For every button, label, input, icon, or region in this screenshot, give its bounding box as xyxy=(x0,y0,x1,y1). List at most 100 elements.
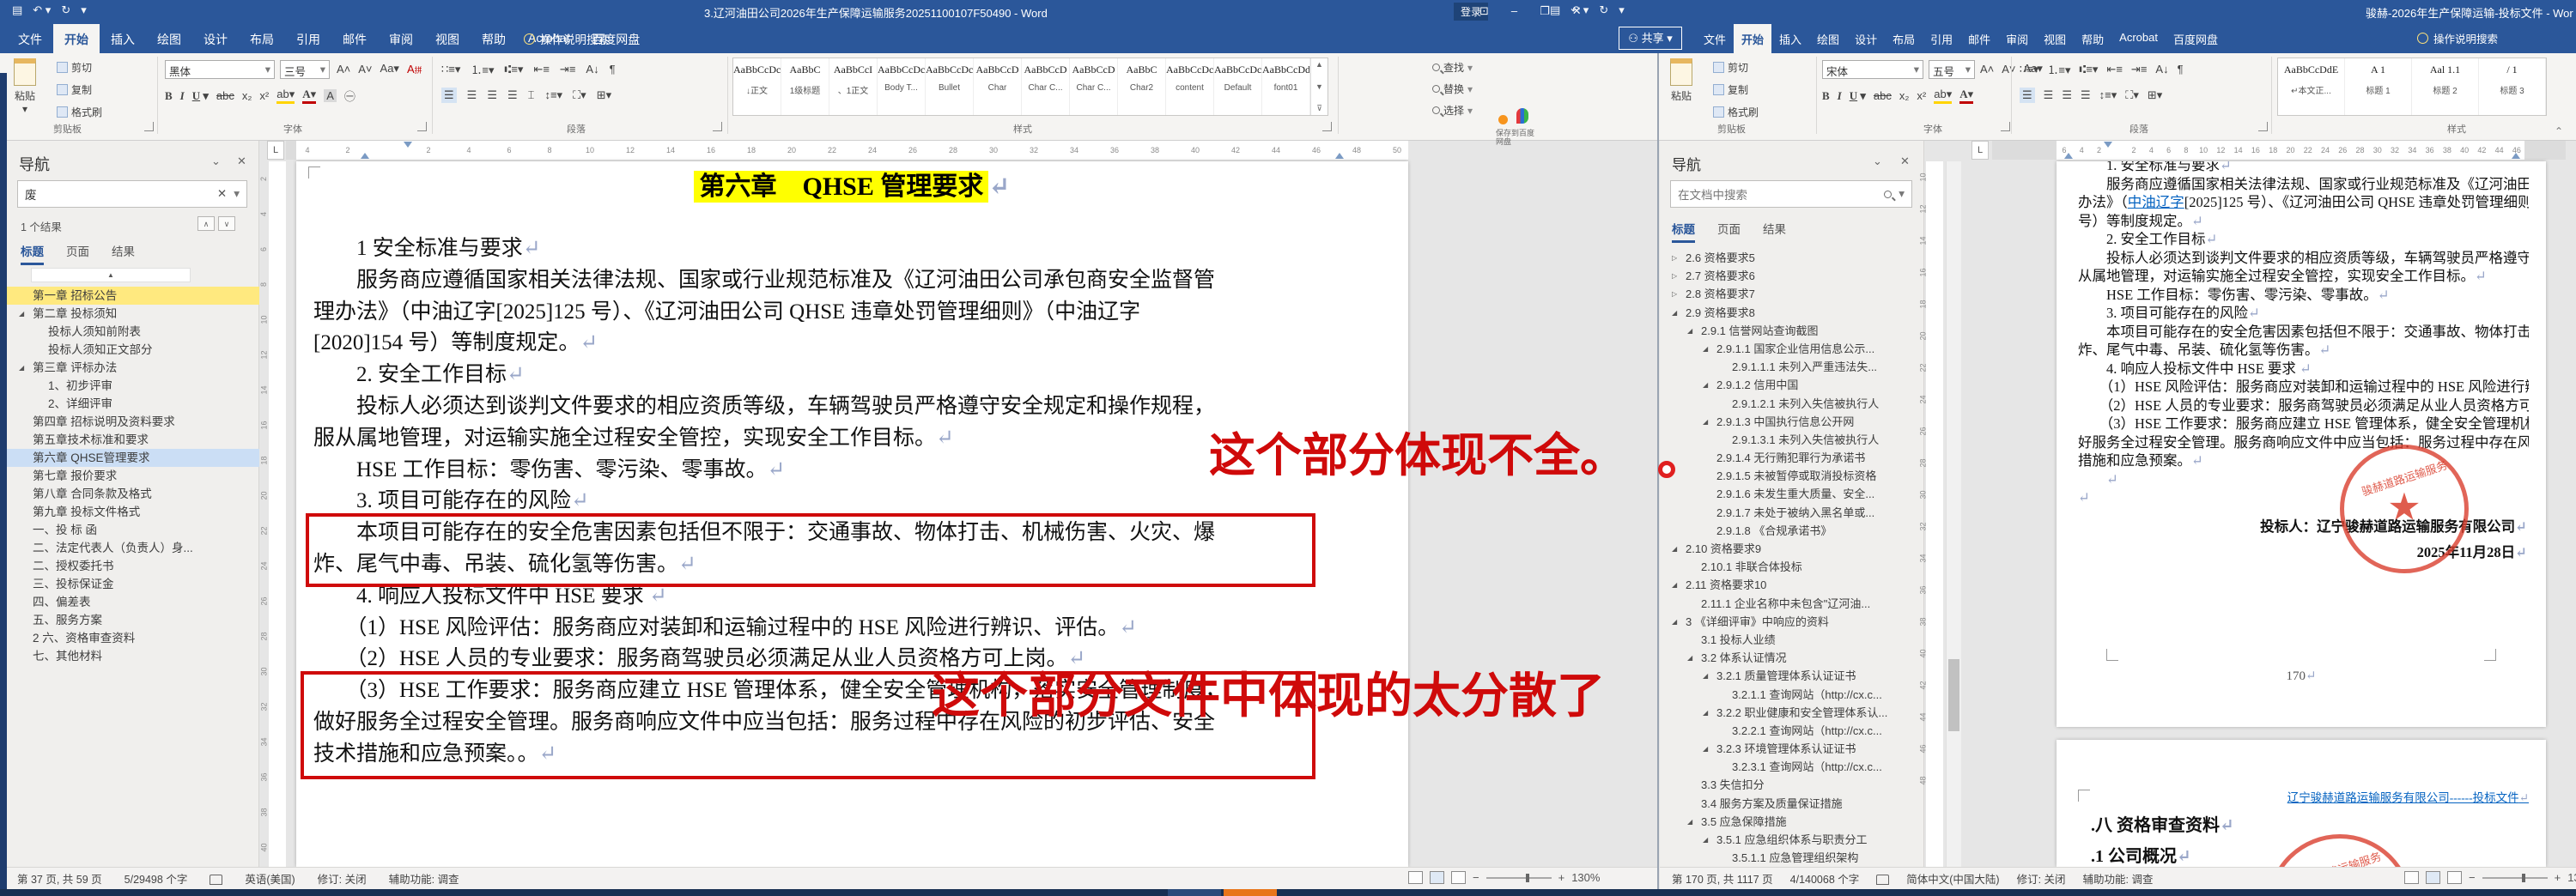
ribbon-tab[interactable]: 视图 xyxy=(424,24,471,53)
taskbar-item-active[interactable] xyxy=(1224,889,1277,896)
show-marks-icon[interactable]: ¶ xyxy=(610,63,616,76)
baidu-netdisk-icon[interactable] xyxy=(1516,108,1528,124)
expand-collapse-icon[interactable]: ◢ xyxy=(1703,413,1708,431)
superscript-icon[interactable]: x² xyxy=(1917,89,1926,102)
nav-heading-item[interactable]: 2.9.1.4 无行贿犯罪行为承诺书 xyxy=(1660,449,1924,467)
increase-indent-icon[interactable]: ⇥≡ xyxy=(560,63,575,76)
paragraph-dialog-launcher[interactable] xyxy=(713,122,722,131)
search-icon[interactable] xyxy=(1884,190,1893,198)
multilevel-list-icon[interactable]: ⑆≡▾ xyxy=(505,63,524,76)
style-tile[interactable]: AaBbCcD Char C... xyxy=(1070,58,1118,115)
tab-results[interactable]: 结果 xyxy=(112,242,135,265)
collapse-ribbon-icon[interactable]: ⌃ xyxy=(2555,125,2563,137)
style-tile[interactable]: / 1 标题 3 xyxy=(2479,58,2546,115)
editing-action[interactable]: 替换 ▾ xyxy=(1432,82,1473,96)
expand-collapse-icon[interactable]: ◢ xyxy=(1703,704,1708,722)
bold-icon[interactable]: B xyxy=(165,89,173,103)
nav-heading-item[interactable]: 3.5.1.1 应急管理组织架构 xyxy=(1660,849,1924,867)
tab-results[interactable]: 结果 xyxy=(1763,220,1786,243)
expand-collapse-icon[interactable]: ◢ xyxy=(1703,376,1708,394)
expand-collapse-icon[interactable]: ▷ xyxy=(1672,285,1677,303)
zoom-in-icon[interactable]: + xyxy=(2555,871,2561,884)
qat-customize-icon[interactable]: ▾ xyxy=(81,3,87,17)
search-options-icon[interactable]: ▾ xyxy=(1899,187,1905,201)
nav-heading-item[interactable]: ◢ 3.5.1 应急组织体系与职责分工 xyxy=(1660,831,1924,849)
nav-heading-item[interactable]: 2.9.1.6 未发生重大质量、安全... xyxy=(1660,485,1924,503)
italic-icon[interactable]: I xyxy=(1838,89,1842,103)
redo-icon[interactable]: ↻ xyxy=(61,3,70,17)
nav-heading-item[interactable]: 第四章 招标说明及资料要求 xyxy=(7,413,259,431)
nav-heading-item[interactable]: 七、其他材料 xyxy=(7,647,259,665)
expand-collapse-icon[interactable]: ◢ xyxy=(1703,831,1708,849)
share-button[interactable]: ⚇ 共享 ▾ xyxy=(1619,27,1682,50)
nav-heading-item[interactable]: ◢ 3.2.2 职业健康和安全管理体系认... xyxy=(1660,704,1924,722)
paste-button[interactable]: 粘贴 xyxy=(1670,58,1692,103)
ribbon-tab[interactable]: 邮件 xyxy=(1960,24,1998,53)
enclose-characters-icon[interactable]: ㊀ xyxy=(344,88,355,104)
align-left-icon[interactable]: ☰ xyxy=(2020,88,2035,103)
nav-heading-item[interactable]: 2.9.1.1.1 未列入严重违法失... xyxy=(1660,358,1924,376)
nav-heading-item[interactable]: 第八章 合同条款及格式 xyxy=(7,485,259,503)
language-indicator[interactable]: 简体中文(中国大陆) xyxy=(1906,870,1999,887)
nav-heading-item[interactable]: 第九章 投标文件格式 xyxy=(7,503,259,521)
character-shading-icon[interactable]: A xyxy=(324,89,337,102)
track-changes-indicator[interactable]: 修订: 关闭 xyxy=(2017,870,2066,887)
ribbon-tab[interactable]: 引用 xyxy=(285,24,331,53)
ribbon-tab[interactable]: 文件 xyxy=(7,24,53,53)
web-layout-icon[interactable] xyxy=(1451,871,1466,884)
tab-headings[interactable]: 标题 xyxy=(1672,220,1695,243)
nav-heading-item[interactable]: 三、投标保证金 xyxy=(7,575,259,593)
read-mode-icon[interactable] xyxy=(1408,871,1423,884)
bullets-icon[interactable]: ∷≡▾ xyxy=(2020,63,2038,76)
decrease-indent-icon[interactable]: ⇤≡ xyxy=(2106,63,2122,76)
zoom-out-icon[interactable]: − xyxy=(1473,871,1479,884)
expand-collapse-icon[interactable]: ◢ xyxy=(1703,340,1708,358)
proofing-icon[interactable] xyxy=(1876,874,1890,885)
nav-heading-item[interactable]: 3.2.3.1 查询网站（http://cx.c... xyxy=(1660,758,1924,776)
clear-search-icon[interactable]: ✕ xyxy=(217,187,227,201)
align-center-icon[interactable]: ☰ xyxy=(467,88,477,102)
hanging-indent-marker[interactable] xyxy=(2064,153,2073,159)
highlight-color-icon[interactable]: ab▾ xyxy=(1934,88,1953,104)
nav-heading-item[interactable]: ◢ 2.9.1.2 信用中国 xyxy=(1660,376,1924,394)
style-tile[interactable]: AaBbC 1级标题 xyxy=(781,58,829,115)
expand-collapse-icon[interactable]: ◢ xyxy=(1687,322,1692,340)
nav-search-input[interactable]: 在文档中搜索 ▾ xyxy=(1670,180,1912,208)
nav-heading-item[interactable]: 第七章 报价要求 xyxy=(7,467,259,485)
ribbon-tab[interactable]: Acrobat xyxy=(2111,24,2166,53)
nav-heading-item[interactable]: 3.3 失信扣分 xyxy=(1660,776,1924,794)
nav-heading-item[interactable]: 3.4 服务方案及质量保证措施 xyxy=(1660,795,1924,813)
language-indicator[interactable]: 英语(美国) xyxy=(245,870,295,887)
expand-collapse-icon[interactable]: ◢ xyxy=(1687,813,1692,831)
nav-heading-item[interactable]: ◢ 2.9.1 信誉网站查询截图 xyxy=(1660,322,1924,340)
clipboard-action[interactable]: 复制 xyxy=(1713,82,1759,97)
paragraph-dialog-launcher[interactable] xyxy=(2258,122,2268,131)
word-count[interactable]: 5/29498 个字 xyxy=(125,870,188,887)
tab-pages[interactable]: 页面 xyxy=(1717,220,1741,243)
ribbon-tab[interactable]: 绘图 xyxy=(1809,24,1847,53)
search-options-icon[interactable]: ▾ xyxy=(234,187,240,201)
expand-collapse-icon[interactable]: ◢ xyxy=(1672,613,1677,631)
nav-heading-item[interactable]: 2.9.1.2.1 未列入失信被执行人 xyxy=(1660,395,1924,413)
ribbon-tab[interactable]: 插入 xyxy=(1771,24,1809,53)
nav-heading-item[interactable]: ◢ 2.11 资格要求10 xyxy=(1660,576,1924,594)
nav-heading-item[interactable]: 2.9.1.7 未处于被纳入黑名单或... xyxy=(1660,504,1924,522)
distribute-icon[interactable]: ⌶ xyxy=(528,88,535,102)
nav-heading-item[interactable]: 一、投 标 函 xyxy=(7,521,259,539)
minimize-icon[interactable]: – xyxy=(1511,4,1517,18)
nav-heading-item[interactable]: ▷ 2.7 资格要求6 xyxy=(1660,267,1924,285)
style-tile[interactable]: AaBbCcI 、1正文 xyxy=(829,58,878,115)
qat-customize-icon[interactable]: ▾ xyxy=(1619,3,1625,17)
shrink-font-icon[interactable]: A˅ xyxy=(2002,63,2015,76)
show-marks-icon[interactable]: ¶ xyxy=(2178,63,2184,76)
font-name-combo[interactable]: 黑体 ▾ xyxy=(165,60,275,79)
nav-heading-item[interactable]: ◢ 2.10 资格要求9 xyxy=(1660,540,1924,558)
first-line-indent-marker[interactable] xyxy=(2104,142,2112,148)
highlight-color-icon[interactable]: ab▾ xyxy=(276,88,295,104)
expand-collapse-icon[interactable]: ▷ xyxy=(1672,249,1677,267)
restore-icon[interactable]: ❐ xyxy=(1540,4,1550,18)
word-count[interactable]: 4/140068 个字 xyxy=(1790,870,1860,887)
right-tellme-search[interactable]: 操作说明搜索 xyxy=(2417,30,2498,46)
ribbon-tab[interactable]: 插入 xyxy=(100,24,146,53)
style-tile[interactable]: AaBbCcDc Bullet xyxy=(926,58,974,115)
